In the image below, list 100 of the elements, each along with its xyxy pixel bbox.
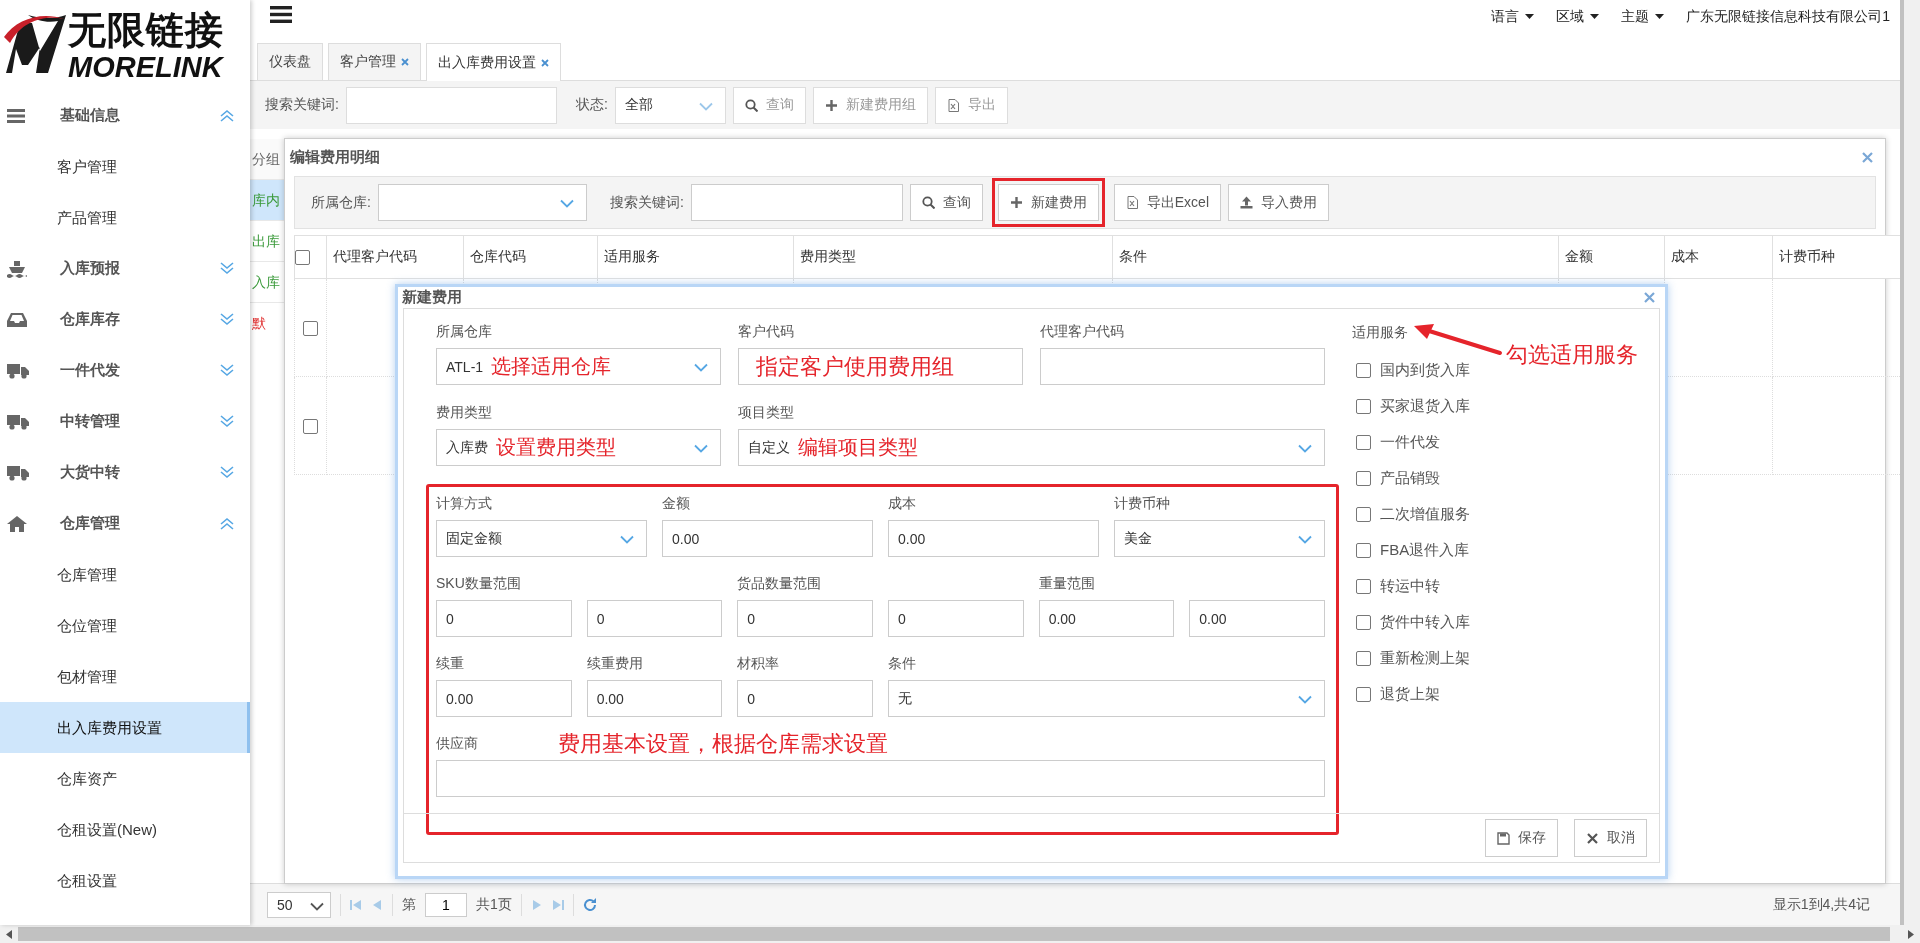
- scroll-right-icon[interactable]: [1908, 929, 1914, 939]
- chevron-down-icon: [1298, 444, 1312, 453]
- chevron-down-icon: [1298, 535, 1312, 544]
- header-menu[interactable]: 语言: [1491, 7, 1535, 26]
- checkbox[interactable]: [1356, 362, 1371, 378]
- sidebar-item[interactable]: 仓库资产: [0, 753, 250, 804]
- horizontal-scrollbar[interactable]: [0, 925, 1920, 943]
- field-label: 续重: [436, 655, 464, 673]
- checkbox[interactable]: [1356, 614, 1371, 630]
- text-field[interactable]: [436, 760, 1325, 797]
- checkbox[interactable]: [1356, 398, 1371, 414]
- sidebar-group-item[interactable]: 一件代发: [0, 345, 250, 396]
- sidebar-item[interactable]: 仓位管理: [0, 600, 250, 651]
- text-field[interactable]: 0: [737, 600, 873, 637]
- panel-button[interactable]: 新建费用: [997, 184, 1099, 221]
- dropdown[interactable]: ATL-1 选择适用仓库: [436, 348, 721, 385]
- dialog-button[interactable]: 取消: [1574, 819, 1647, 857]
- text-field[interactable]: 0.00: [1038, 600, 1175, 637]
- text-field[interactable]: 0: [888, 600, 1024, 637]
- sidebar-item[interactable]: 产品管理: [0, 192, 250, 243]
- sidebar-group-item[interactable]: 中转管理: [0, 396, 250, 447]
- checkbox[interactable]: [1356, 686, 1371, 702]
- row-checkbox[interactable]: [303, 320, 318, 336]
- checkbox-label: 退货上架: [1380, 684, 1440, 704]
- text-field[interactable]: [1040, 348, 1325, 385]
- header-menu[interactable]: 主题: [1621, 7, 1665, 26]
- close-icon[interactable]: [1644, 292, 1655, 303]
- search-field[interactable]: [345, 86, 557, 124]
- truck-icon: [7, 464, 29, 481]
- search-label: 搜索关键词:: [609, 193, 684, 212]
- house-icon: [7, 515, 27, 532]
- checkbox-label: 货件中转入库: [1380, 612, 1470, 632]
- panel-button[interactable]: 导入费用: [1228, 184, 1329, 221]
- refresh-icon[interactable]: [582, 897, 597, 912]
- text-field[interactable]: 0.00: [662, 520, 873, 557]
- field-label: 金额: [662, 495, 690, 513]
- sidebar-group-item[interactable]: 基础信息: [0, 90, 250, 141]
- panel-button[interactable]: 查询: [909, 184, 983, 221]
- caret-icon: [1590, 14, 1600, 19]
- text-field[interactable]: 0.00: [436, 680, 572, 717]
- tab[interactable]: 客户管理: [328, 43, 421, 80]
- field-label: 客户代码: [738, 323, 794, 341]
- scroll-left-icon[interactable]: [6, 929, 12, 939]
- checkbox[interactable]: [1356, 578, 1371, 594]
- dialog-title: 新建费用: [402, 288, 462, 307]
- sidebar-item[interactable]: 仓租设置(New): [0, 804, 250, 855]
- checkbox[interactable]: [1356, 506, 1371, 522]
- text-field[interactable]: 0: [436, 600, 572, 637]
- sidebar-item[interactable]: 包材管理: [0, 651, 250, 702]
- menu-icon[interactable]: [270, 6, 292, 23]
- sidebar-item[interactable]: 仓租设置: [0, 855, 250, 906]
- checkbox[interactable]: [1356, 434, 1371, 450]
- dialog-button[interactable]: 保存: [1485, 819, 1558, 857]
- tab[interactable]: 出入库费用设置: [426, 43, 561, 81]
- checkbox[interactable]: [1356, 470, 1371, 486]
- checkbox-label: 重新检测上架: [1380, 648, 1470, 668]
- text-field[interactable]: 0: [586, 600, 723, 637]
- field-label: 代理客户代码: [1040, 323, 1124, 341]
- dropdown[interactable]: 固定金额: [436, 520, 647, 557]
- panel-button[interactable]: 导出Excel: [1113, 184, 1221, 221]
- sidebar-group-item[interactable]: 仓库库存: [0, 294, 250, 345]
- dropdown[interactable]: 美金: [1114, 520, 1325, 557]
- caret-icon: [1655, 14, 1665, 19]
- checkbox-label: 一件代发: [1380, 432, 1440, 452]
- row-checkbox[interactable]: [303, 418, 318, 434]
- header-menu[interactable]: 区域: [1556, 7, 1600, 26]
- sidebar-group-item[interactable]: 仓库管理: [0, 498, 250, 549]
- text-field[interactable]: 0.00: [586, 680, 723, 717]
- close-icon[interactable]: [401, 58, 409, 66]
- tray-icon: [7, 311, 27, 328]
- sidebar-item[interactable]: 仓库管理: [0, 549, 250, 600]
- sidebar-item[interactable]: 客户管理: [0, 141, 250, 192]
- text-field[interactable]: 0: [737, 680, 873, 717]
- company-name[interactable]: 广东无限链接信息科技有限公司1: [1686, 7, 1890, 26]
- tab[interactable]: 仪表盘: [257, 43, 323, 80]
- vertical-scrollbar[interactable]: [1900, 0, 1920, 925]
- checkbox[interactable]: [1356, 542, 1371, 558]
- sidebar-item[interactable]: 出入库费用设置: [0, 702, 250, 753]
- close-icon[interactable]: [1862, 152, 1873, 163]
- checkbox[interactable]: [1356, 650, 1371, 666]
- text-field[interactable]: 0.00: [1189, 600, 1325, 637]
- close-icon[interactable]: [541, 58, 549, 67]
- dropdown[interactable]: 无: [888, 680, 1325, 717]
- sidebar-group-item[interactable]: 入库预报: [0, 243, 250, 294]
- menu-icon: [7, 108, 25, 123]
- page-number-field[interactable]: 1: [425, 892, 467, 917]
- field-label: 费用类型: [436, 404, 492, 422]
- field-label: 续重费用: [586, 655, 643, 673]
- column-header: 仓库代码: [463, 235, 598, 279]
- record-summary: 显示1到4,共4记: [1772, 895, 1870, 914]
- search-field[interactable]: [690, 184, 903, 221]
- text-field[interactable]: 0.00: [888, 520, 1099, 557]
- select-all-checkbox[interactable]: [295, 250, 310, 266]
- status-dropdown[interactable]: 全部: [614, 86, 726, 124]
- dropdown[interactable]: 自定义 编辑项目类型: [738, 429, 1325, 466]
- annotation-note: 指定客户使用费用组: [756, 352, 954, 381]
- page-size-dropdown[interactable]: 50: [267, 891, 331, 918]
- dropdown[interactable]: 入库费 设置费用类型: [436, 429, 721, 466]
- sidebar-group-item[interactable]: 大货中转: [0, 447, 250, 498]
- text-field[interactable]: 指定客户使用费用组: [738, 348, 1023, 385]
